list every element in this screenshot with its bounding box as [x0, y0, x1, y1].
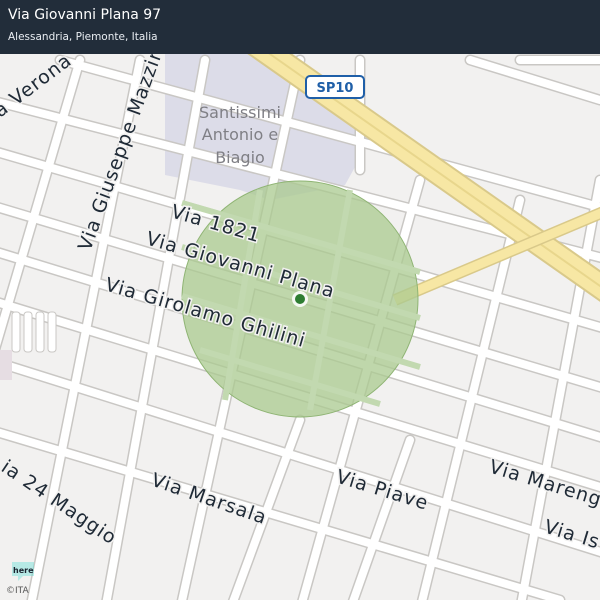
- here-logo-icon: here: [12, 562, 34, 581]
- highway-shield-text: SP10: [317, 81, 354, 96]
- address-title: Via Giovanni Plana 97: [8, 7, 162, 23]
- poi-label-line-2: Antonio e: [202, 125, 278, 144]
- copyright-text: ©ITA: [6, 586, 29, 596]
- poi-label-line-1: Santissimi: [199, 103, 281, 122]
- poi-label-line-3: Biagio: [215, 148, 265, 167]
- highway-shield: SP10: [305, 75, 365, 99]
- address-subtitle: Alessandria, Piemonte, Italia: [8, 31, 158, 43]
- map-canvas[interactable]: Santissimi Antonio e Biagio SP10 a Veron…: [0, 0, 600, 600]
- here-logo-text: here: [13, 566, 34, 575]
- location-header: Via Giovanni Plana 97 Alessandria, Piemo…: [0, 0, 600, 54]
- building-area: [0, 350, 12, 380]
